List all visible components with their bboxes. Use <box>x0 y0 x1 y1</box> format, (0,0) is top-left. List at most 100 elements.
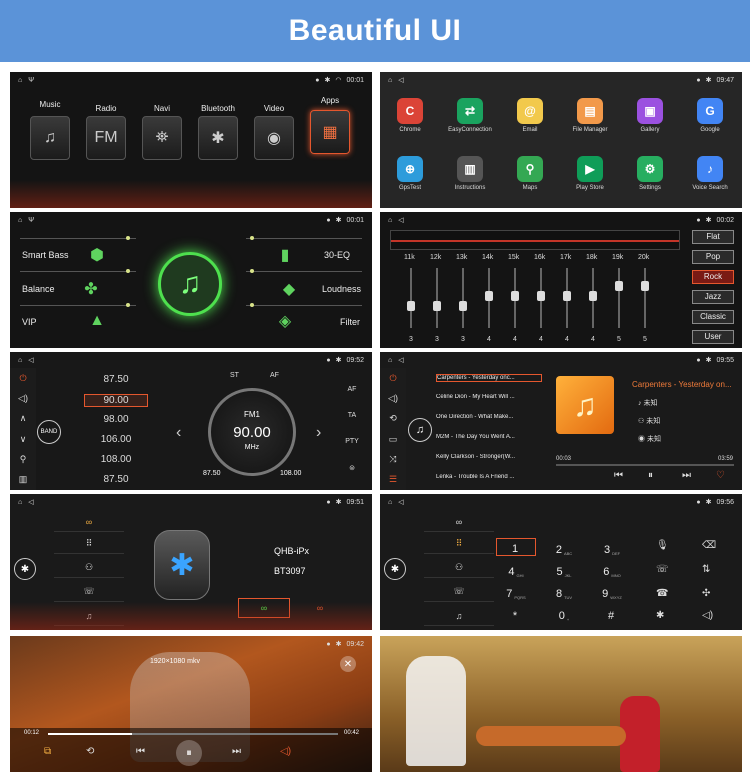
dial-key[interactable]: 2 ABC <box>544 538 584 556</box>
home-tile-bluetooth[interactable]: ✱ <box>198 116 238 160</box>
pause-icon[interactable]: ⏸ <box>648 470 653 481</box>
video-progress-bar[interactable] <box>48 733 338 735</box>
dial-key[interactable]: 0 + <box>544 604 584 622</box>
app-file-manager[interactable]: ▤ File Manager <box>568 98 612 133</box>
smart-bass-label[interactable]: Smart Bass <box>22 250 69 260</box>
folder-icon[interactable]: ▭ <box>389 434 398 445</box>
chevron-right-icon[interactable]: › <box>316 424 321 442</box>
home-tile-music[interactable]: ♫ <box>30 116 70 160</box>
eq-slider-knob[interactable] <box>537 290 545 301</box>
radio-option-tab[interactable]: AF <box>340 386 364 393</box>
volume-icon[interactable]: ◁) <box>388 393 398 404</box>
power-icon[interactable]: ⏻ <box>389 373 396 384</box>
eq-slider-track[interactable] <box>462 268 464 328</box>
home-icon[interactable]: ⌂ <box>18 357 22 364</box>
app-gallery[interactable]: ▣ Gallery <box>628 98 672 133</box>
favorite-icon[interactable]: ♡ <box>716 470 725 481</box>
link-menu-icon[interactable]: ∞ <box>424 512 494 532</box>
eq-slider-knob[interactable] <box>563 290 571 301</box>
dial-key[interactable]: 8 TUV <box>544 582 584 600</box>
eq-preset-pop[interactable]: Pop <box>692 250 734 264</box>
dial-key[interactable]: 7 PQRS <box>496 582 536 600</box>
dial-key[interactable]: 5 JKL <box>544 560 584 578</box>
back-icon[interactable]: ◁ <box>398 498 403 506</box>
loudness-icon[interactable]: ◆ <box>278 278 300 300</box>
home-icon[interactable]: ⌂ <box>18 77 22 84</box>
home-tile-apps[interactable]: ▦ <box>310 110 350 154</box>
app-email[interactable]: @ Email <box>508 98 552 133</box>
link-menu-icon[interactable]: ∞ <box>54 512 124 532</box>
eq-slider-knob[interactable] <box>407 300 415 311</box>
app-settings[interactable]: ⚙ Settings <box>628 156 672 191</box>
repeat-icon[interactable]: ⟲ <box>389 413 397 424</box>
playlist-item[interactable]: Lenka - Trouble Is A Friend ... <box>436 474 542 480</box>
keypad-menu-icon[interactable]: ⠿ <box>424 534 494 554</box>
back-icon[interactable]: ◁ <box>28 498 33 506</box>
dial-key[interactable]: # <box>592 604 632 622</box>
hangup-icon[interactable]: ☎ <box>656 588 668 599</box>
dial-key[interactable]: 1 <box>496 538 536 556</box>
eq-slider-knob[interactable] <box>459 300 467 311</box>
playlist-item[interactable]: M2M - The Day You Went A... <box>436 434 542 440</box>
preset-station[interactable]: 98.00 <box>84 414 148 425</box>
eq-preset-classic[interactable]: Classic <box>692 310 734 324</box>
chevron-up-icon[interactable]: ∧ <box>20 413 27 424</box>
next-icon[interactable]: ⏭ <box>232 746 241 757</box>
volume-icon[interactable]: ◁) <box>280 746 291 757</box>
call-log-menu-icon[interactable]: ☏ <box>54 582 124 602</box>
list-icon[interactable]: ☰ <box>389 474 397 485</box>
eq-slider-knob[interactable] <box>485 290 493 301</box>
radio-option-tab[interactable]: PTY <box>340 438 364 445</box>
home-tile-video[interactable]: ◉ <box>254 116 294 160</box>
eq-slider-track[interactable] <box>618 268 620 328</box>
eq-bars-icon[interactable]: ▮ <box>274 244 296 266</box>
preset-station[interactable]: 87.50 <box>84 474 148 485</box>
home-icon[interactable]: ⌂ <box>18 499 22 506</box>
dial-key[interactable]: 4 GHI <box>496 560 536 578</box>
playlist-item[interactable]: Kelly Clarkson - Stronger(W... <box>436 454 542 460</box>
eq-slider-track[interactable] <box>644 268 646 328</box>
app-maps[interactable]: ⚲ Maps <box>508 156 552 191</box>
call-log-menu-icon[interactable]: ☏ <box>424 582 494 602</box>
music-source-icon[interactable]: ♫ <box>408 418 432 442</box>
eq-slider-knob[interactable] <box>589 290 597 301</box>
volume-icon[interactable]: ◁) <box>702 610 713 621</box>
aspect-ratio-icon[interactable]: ⧉ <box>44 746 51 757</box>
bluetooth-toggle-icon[interactable]: ✱ <box>656 610 664 621</box>
eq-slider-track[interactable] <box>410 268 412 328</box>
preset-station[interactable]: 90.00 <box>84 394 148 407</box>
chevron-left-icon[interactable]: ‹ <box>176 424 181 442</box>
repeat-icon[interactable]: ⟲ <box>86 746 94 757</box>
close-icon[interactable]: ✕ <box>340 656 356 672</box>
eq-slider-knob[interactable] <box>615 280 623 291</box>
dial-key[interactable]: * <box>496 604 536 622</box>
pause-icon[interactable]: ⏸ <box>176 740 202 766</box>
playlist-item[interactable]: Carpenters - Yesterday onc... <box>436 374 542 382</box>
chevron-down-icon[interactable]: ∨ <box>20 434 27 445</box>
playlist-item[interactable]: One Direction - What Make... <box>436 414 542 420</box>
back-icon[interactable]: ◁ <box>398 356 403 364</box>
radio-option-tab[interactable]: ⊜ <box>340 464 364 472</box>
eq-preset-user[interactable]: User <box>692 330 734 344</box>
app-google[interactable]: G Google <box>688 98 732 133</box>
vip-label[interactable]: VIP <box>22 317 37 327</box>
call-icon[interactable]: ☏ <box>656 564 669 575</box>
app-play-store[interactable]: ▶ Play Store <box>568 156 612 191</box>
dial-key[interactable]: 9 WXYZ <box>592 582 632 600</box>
transfer-arrows-icon[interactable]: ✣ <box>702 588 710 599</box>
back-icon[interactable]: ◁ <box>398 76 403 84</box>
radio-option-tab[interactable]: TA <box>340 412 364 419</box>
transfer-icon[interactable]: ⇅ <box>702 564 710 575</box>
app-gpstest[interactable]: ⊕ GpsTest <box>388 156 432 191</box>
home-icon[interactable]: ⌂ <box>388 499 392 506</box>
contacts-menu-icon[interactable]: ⚇ <box>424 558 494 578</box>
volume-icon[interactable]: ◁) <box>18 393 28 404</box>
balance-icon[interactable]: ✤ <box>80 278 102 300</box>
bluetooth-source-icon[interactable]: ✱ <box>14 558 36 580</box>
music-menu-icon[interactable]: ♫ <box>424 606 494 626</box>
eq-slider-knob[interactable] <box>433 300 441 311</box>
power-icon[interactable]: ⏻ <box>19 373 26 384</box>
previous-icon[interactable]: ⏮ <box>614 470 623 481</box>
backspace-icon[interactable]: ⌫ <box>702 540 716 551</box>
previous-icon[interactable]: ⏮ <box>136 746 145 757</box>
